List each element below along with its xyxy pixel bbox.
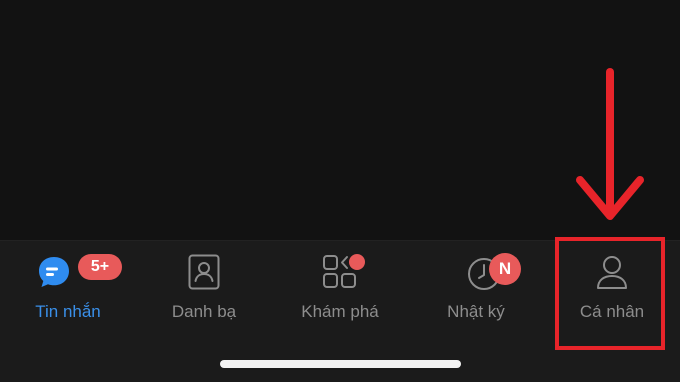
unread-badge: 5+: [78, 254, 122, 280]
person-icon: [594, 254, 630, 290]
tab-messages[interactable]: 5+ Tin nhắn: [0, 241, 136, 361]
tab-timeline-label: Nhật ký: [447, 302, 505, 321]
tab-discover-label: Khám phá: [301, 302, 379, 321]
tab-profile-label: Cá nhân: [579, 302, 645, 321]
tab-timeline[interactable]: N Nhật ký: [408, 241, 544, 361]
tab-profile[interactable]: Cá nhân: [544, 241, 680, 361]
tab-discover[interactable]: Khám phá: [272, 241, 408, 361]
new-badge: N: [489, 253, 521, 285]
tab-contacts-label: Danh bạ: [171, 302, 237, 321]
tab-contacts[interactable]: Danh bạ: [136, 241, 272, 361]
main-content-area: [0, 0, 680, 240]
notification-dot: [349, 254, 365, 270]
contact-card-icon: [186, 254, 222, 290]
home-indicator[interactable]: [220, 360, 461, 368]
chat-bubble-icon: [36, 254, 72, 290]
app-screen: 5+ Tin nhắn Danh bạ Khám phá N Nhật ký C…: [0, 0, 680, 382]
tab-messages-label: Tin nhắn: [35, 302, 101, 321]
